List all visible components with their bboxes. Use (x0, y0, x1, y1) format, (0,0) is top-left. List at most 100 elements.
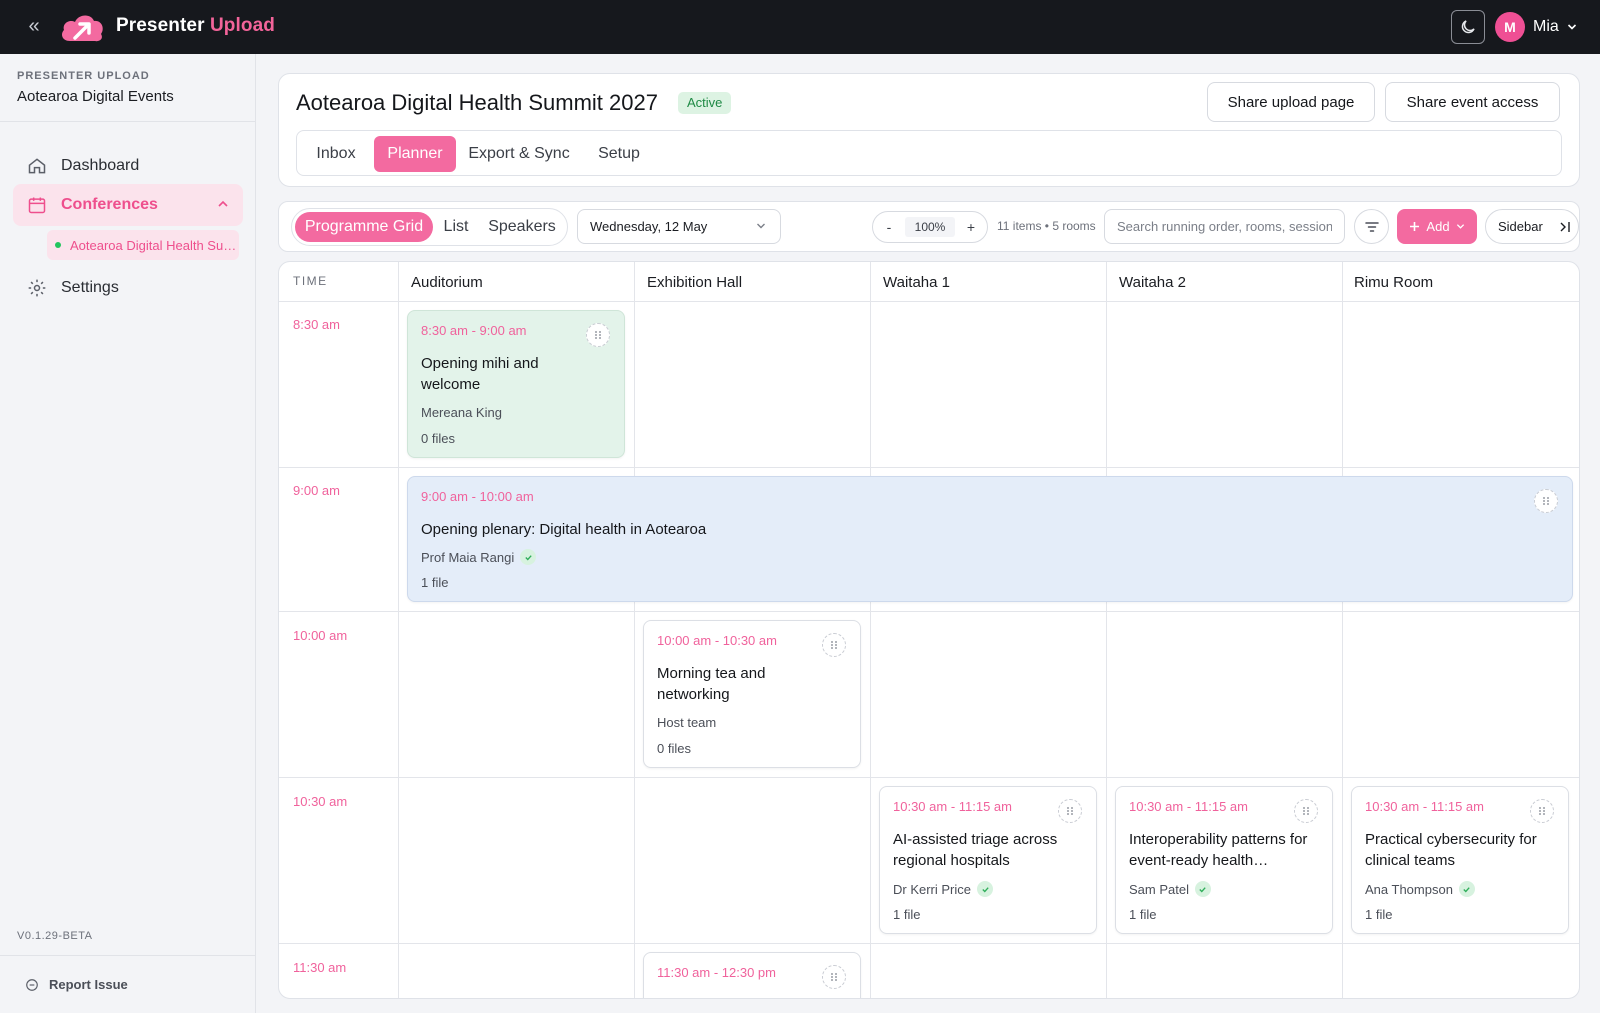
session-card[interactable]: 8:30 am - 9:00 am Opening mihi and welco… (407, 310, 625, 458)
chevron-down-icon (1567, 24, 1576, 30)
time-slot-label: 11:30 am (293, 960, 347, 975)
time-slot-label: 9:00 am (293, 483, 340, 498)
session-time: 9:00 am - 10:00 am (421, 489, 534, 504)
sidebar-item-dashboard[interactable]: Dashboard (13, 145, 243, 187)
tab-inbox[interactable]: Inbox (301, 136, 371, 172)
session-speaker: Ana Thompson (1365, 881, 1475, 897)
session-speaker: Prof Maia Rangi (421, 549, 537, 565)
status-dot (55, 242, 61, 248)
org-name: Aotearoa Digital Events (17, 88, 174, 105)
drag-handle-icon[interactable] (1534, 489, 1558, 513)
check-icon (520, 549, 537, 565)
sidebar-item-label: Settings (61, 279, 119, 296)
session-speaker: Dr Kerri Price (893, 881, 994, 897)
session-card[interactable]: 10:30 am - 11:15 am Practical cybersecur… (1351, 786, 1569, 934)
grid-line (279, 943, 1579, 944)
grid-line (279, 777, 1579, 778)
bug-icon (26, 978, 38, 991)
brand-main: Presenter (116, 15, 205, 36)
session-files: 1 file (1129, 907, 1157, 922)
speaker-name: Mereana King (421, 405, 502, 420)
sidebar-item-conferences[interactable]: Conferences (13, 184, 243, 226)
drag-handle-icon[interactable] (1294, 799, 1318, 823)
session-time: 11:30 am - 12:30 pm (657, 965, 776, 980)
speaker-name: Dr Kerri Price (893, 881, 972, 897)
grid-line (279, 301, 1579, 302)
session-time: 10:30 am - 11:15 am (1365, 799, 1484, 814)
grid-line (398, 262, 399, 998)
session-title: Opening plenary: Digital health in Aotea… (421, 521, 707, 538)
page-title: Aotearoa Digital Health Summit 2027 (296, 90, 658, 115)
app-brand: Presenter Upload (116, 15, 275, 37)
view-speakers[interactable]: Speakers (480, 212, 564, 242)
session-title: Interoperability patterns for event-read… (1129, 831, 1308, 869)
cloud-upload-logo-icon (62, 15, 103, 42)
home-icon (28, 158, 46, 174)
programme-grid: TIME Auditorium Exhibition Hall Waitaha … (278, 261, 1580, 999)
speaker-name: Ana Thompson (1365, 881, 1453, 897)
zoom-out-button[interactable]: - (873, 219, 905, 235)
tab-export-sync[interactable]: Export & Sync (460, 136, 578, 172)
session-card[interactable]: 10:30 am - 11:15 am Interoperability pat… (1115, 786, 1333, 934)
session-card[interactable]: 10:00 am - 10:30 am Morning tea and netw… (643, 620, 861, 768)
grid-line (634, 262, 635, 998)
report-issue-button[interactable]: Report Issue (25, 977, 128, 992)
session-title: Practical cybersecurity for clinical tea… (1365, 831, 1537, 869)
view-switcher: Programme Grid List Speakers (291, 208, 568, 246)
collapse-sidebar-icon[interactable]: « (22, 15, 46, 39)
room-header-auditorium: Auditorium (411, 274, 483, 291)
user-name: Mia (1533, 18, 1559, 35)
tab-planner[interactable]: Planner (374, 136, 456, 172)
zoom-level: 100% (905, 217, 955, 237)
add-button[interactable]: Add (1397, 209, 1477, 244)
zoom-in-button[interactable]: + (955, 219, 987, 235)
room-header-exhibition-hall: Exhibition Hall (647, 274, 743, 291)
chevron-down-icon (1456, 224, 1464, 229)
org-kicker: PRESENTER UPLOAD (17, 70, 150, 82)
drag-handle-icon[interactable] (1058, 799, 1082, 823)
drag-handle-icon[interactable] (586, 323, 610, 347)
calendar-icon (28, 197, 46, 214)
session-files: 1 file (421, 575, 449, 590)
date-select[interactable]: Wednesday, 12 May (577, 209, 781, 244)
view-list[interactable]: List (436, 212, 476, 242)
view-programme-grid[interactable]: Programme Grid (295, 212, 433, 242)
sidebar-item-settings[interactable]: Settings (13, 267, 243, 309)
session-card[interactable]: 11:30 am - 12:30 pm (643, 952, 861, 998)
grid-line (1106, 262, 1107, 998)
session-speaker: Host team (657, 715, 716, 730)
sidebar-toggle-label: Sidebar (1498, 219, 1543, 234)
user-menu[interactable]: M Mia (1495, 12, 1577, 42)
share-upload-page-button[interactable]: Share upload page (1207, 82, 1375, 122)
drag-handle-icon[interactable] (822, 633, 846, 657)
session-card[interactable]: 9:00 am - 10:00 am Opening plenary: Digi… (407, 476, 1573, 602)
drag-handle-icon[interactable] (822, 965, 846, 989)
theme-toggle-button[interactable] (1451, 10, 1485, 44)
session-files: 0 files (421, 431, 455, 446)
drag-handle-icon[interactable] (1530, 799, 1554, 823)
grid-line (870, 262, 871, 998)
share-event-access-button[interactable]: Share event access (1385, 82, 1560, 122)
toggle-sidebar-button[interactable]: Sidebar (1485, 209, 1579, 244)
filter-icon (1364, 221, 1379, 232)
speaker-name: Host team (657, 715, 717, 730)
tab-setup[interactable]: Setup (584, 136, 654, 172)
filter-button[interactable] (1354, 209, 1389, 244)
session-card[interactable]: 10:30 am - 11:15 am AI-assisted triage a… (879, 786, 1097, 934)
check-icon (1194, 881, 1211, 897)
moon-icon (1461, 20, 1475, 34)
top-bar: « Presenter Upload M Mia (0, 0, 1600, 54)
sidebar-item-label: Conferences (61, 196, 158, 213)
chevron-down-icon (757, 223, 765, 229)
sidebar: PRESENTER UPLOAD Aotearoa Digital Events… (0, 54, 256, 1013)
sidebar-subitem-event[interactable]: Aotearoa Digital Health Summit 2027 (47, 230, 239, 260)
plus-icon (1410, 222, 1420, 231)
room-header-rimu-room: Rimu Room (1354, 274, 1434, 291)
chevron-up-icon[interactable] (217, 198, 229, 210)
date-value: Wednesday, 12 May (590, 219, 708, 234)
add-label: Add (1426, 219, 1450, 234)
speaker-name: Prof Maia Rangi (421, 549, 515, 565)
search-input[interactable] (1104, 209, 1345, 244)
avatar: M (1495, 12, 1525, 42)
grid-line (1342, 262, 1343, 998)
